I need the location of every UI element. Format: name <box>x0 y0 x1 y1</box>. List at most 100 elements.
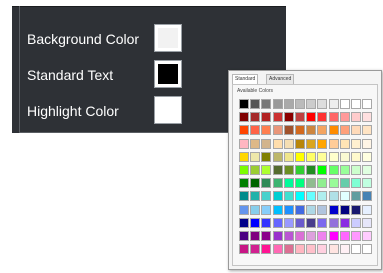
color-swatch[interactable] <box>239 99 249 109</box>
color-swatch[interactable] <box>351 165 361 175</box>
color-swatch[interactable] <box>351 244 361 254</box>
color-swatch[interactable] <box>273 191 283 201</box>
color-swatch[interactable] <box>273 125 283 135</box>
color-swatch[interactable] <box>306 99 316 109</box>
color-swatch[interactable] <box>273 152 283 162</box>
color-swatch[interactable] <box>250 218 260 228</box>
color-swatch[interactable] <box>362 112 372 122</box>
color-swatch[interactable] <box>261 165 271 175</box>
color-swatch[interactable] <box>317 165 327 175</box>
color-swatch[interactable] <box>317 205 327 215</box>
color-swatch[interactable] <box>306 112 316 122</box>
color-swatch[interactable] <box>351 218 361 228</box>
color-swatch[interactable] <box>284 191 294 201</box>
color-swatch[interactable] <box>306 231 316 241</box>
color-swatch[interactable] <box>284 125 294 135</box>
color-swatch[interactable] <box>295 165 305 175</box>
highlight-color-swatch[interactable] <box>154 96 182 124</box>
color-swatch[interactable] <box>295 191 305 201</box>
color-swatch[interactable] <box>362 205 372 215</box>
color-swatch[interactable] <box>329 152 339 162</box>
color-swatch[interactable] <box>329 178 339 188</box>
color-swatch[interactable] <box>261 218 271 228</box>
color-swatch[interactable] <box>261 99 271 109</box>
color-swatch[interactable] <box>306 218 316 228</box>
standard-text-swatch[interactable] <box>154 60 182 88</box>
color-swatch[interactable] <box>239 191 249 201</box>
color-swatch[interactable] <box>295 125 305 135</box>
color-swatch[interactable] <box>261 231 271 241</box>
color-swatch[interactable] <box>250 139 260 149</box>
color-swatch[interactable] <box>284 231 294 241</box>
color-swatch[interactable] <box>329 99 339 109</box>
color-swatch[interactable] <box>317 191 327 201</box>
color-swatch[interactable] <box>351 191 361 201</box>
color-swatch[interactable] <box>250 112 260 122</box>
color-swatch[interactable] <box>306 165 316 175</box>
color-swatch[interactable] <box>329 218 339 228</box>
color-swatch[interactable] <box>340 112 350 122</box>
color-swatch[interactable] <box>261 125 271 135</box>
color-swatch[interactable] <box>273 165 283 175</box>
color-swatch[interactable] <box>329 112 339 122</box>
color-swatch[interactable] <box>284 165 294 175</box>
color-swatch[interactable] <box>306 139 316 149</box>
color-swatch[interactable] <box>351 139 361 149</box>
color-swatch[interactable] <box>306 205 316 215</box>
color-swatch[interactable] <box>250 191 260 201</box>
color-swatch[interactable] <box>273 205 283 215</box>
color-swatch[interactable] <box>273 112 283 122</box>
color-swatch[interactable] <box>317 218 327 228</box>
color-swatch[interactable] <box>284 218 294 228</box>
color-swatch[interactable] <box>239 218 249 228</box>
color-swatch[interactable] <box>362 191 372 201</box>
color-swatch[interactable] <box>284 244 294 254</box>
color-swatch[interactable] <box>317 139 327 149</box>
color-swatch[interactable] <box>317 99 327 109</box>
color-swatch[interactable] <box>362 125 372 135</box>
color-swatch[interactable] <box>284 205 294 215</box>
color-swatch[interactable] <box>362 231 372 241</box>
color-swatch[interactable] <box>261 191 271 201</box>
color-swatch[interactable] <box>261 244 271 254</box>
color-swatch[interactable] <box>340 125 350 135</box>
color-swatch[interactable] <box>340 191 350 201</box>
color-swatch[interactable] <box>329 191 339 201</box>
color-swatch[interactable] <box>306 125 316 135</box>
color-swatch[interactable] <box>239 231 249 241</box>
color-swatch[interactable] <box>317 125 327 135</box>
color-swatch[interactable] <box>317 231 327 241</box>
color-swatch[interactable] <box>329 205 339 215</box>
color-swatch[interactable] <box>306 191 316 201</box>
color-swatch[interactable] <box>273 99 283 109</box>
color-swatch[interactable] <box>351 205 361 215</box>
color-swatch[interactable] <box>261 152 271 162</box>
color-swatch[interactable] <box>295 152 305 162</box>
color-swatch[interactable] <box>284 152 294 162</box>
color-swatch[interactable] <box>306 152 316 162</box>
color-swatch[interactable] <box>250 205 260 215</box>
color-swatch[interactable] <box>239 139 249 149</box>
color-swatch[interactable] <box>340 218 350 228</box>
tab-standard[interactable]: Standard <box>232 74 259 84</box>
color-swatch[interactable] <box>329 231 339 241</box>
color-swatch[interactable] <box>362 99 372 109</box>
color-swatch[interactable] <box>340 231 350 241</box>
color-swatch[interactable] <box>261 139 271 149</box>
color-swatch[interactable] <box>317 244 327 254</box>
color-swatch[interactable] <box>273 244 283 254</box>
color-swatch[interactable] <box>295 205 305 215</box>
color-swatch[interactable] <box>239 112 249 122</box>
color-swatch[interactable] <box>250 125 260 135</box>
color-swatch[interactable] <box>340 244 350 254</box>
color-swatch[interactable] <box>351 99 361 109</box>
color-swatch[interactable] <box>340 139 350 149</box>
color-swatch[interactable] <box>273 218 283 228</box>
color-swatch[interactable] <box>351 125 361 135</box>
color-swatch[interactable] <box>295 231 305 241</box>
color-swatch[interactable] <box>362 165 372 175</box>
color-swatch[interactable] <box>284 178 294 188</box>
color-swatch[interactable] <box>250 152 260 162</box>
color-swatch[interactable] <box>284 139 294 149</box>
color-swatch[interactable] <box>284 99 294 109</box>
